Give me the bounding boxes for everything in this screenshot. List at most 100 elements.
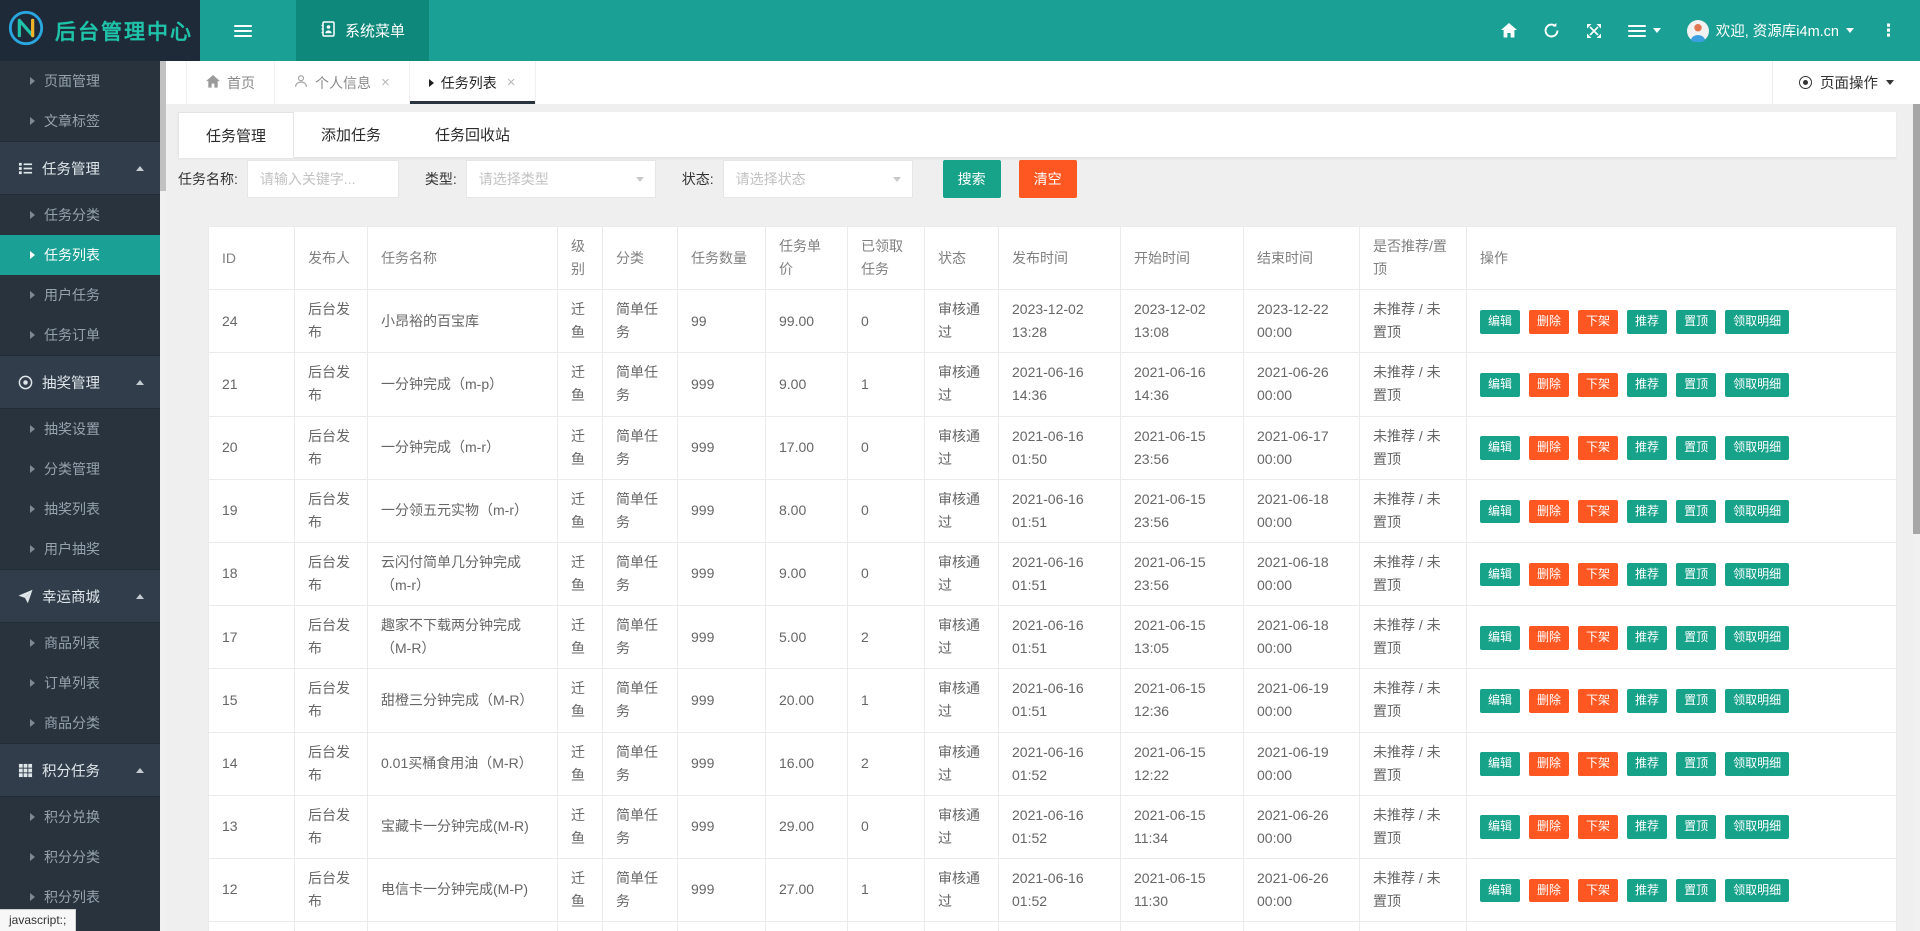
action-button-下架[interactable]: 下架 (1578, 500, 1618, 524)
sidebar-item-任务分类[interactable]: 任务分类 (0, 195, 160, 235)
sidebar-item-页面管理[interactable]: 页面管理 (0, 61, 160, 101)
action-button-编辑[interactable]: 编辑 (1480, 563, 1520, 587)
action-button-下架[interactable]: 下架 (1578, 373, 1618, 397)
action-button-删除[interactable]: 删除 (1529, 436, 1569, 460)
action-button-下架[interactable]: 下架 (1578, 310, 1618, 334)
action-button-删除[interactable]: 删除 (1529, 563, 1569, 587)
action-button-推荐[interactable]: 推荐 (1627, 626, 1667, 650)
action-button-编辑[interactable]: 编辑 (1480, 815, 1520, 839)
close-icon[interactable]: × (381, 75, 390, 90)
sidebar-item-商品分类[interactable]: 商品分类 (0, 703, 160, 743)
action-button-领取明细[interactable]: 领取明细 (1725, 373, 1789, 397)
home-button[interactable] (1488, 0, 1530, 61)
action-button-置顶[interactable]: 置顶 (1676, 626, 1716, 650)
sidebar-group-任务管理[interactable]: 任务管理 (0, 141, 160, 195)
action-button-编辑[interactable]: 编辑 (1480, 752, 1520, 776)
task-name-input[interactable] (247, 160, 399, 198)
action-button-删除[interactable]: 删除 (1529, 689, 1569, 713)
sidebar-group-抽奖管理[interactable]: 抽奖管理 (0, 355, 160, 409)
panel-tab-任务管理[interactable]: 任务管理 (178, 112, 294, 158)
action-button-置顶[interactable]: 置顶 (1676, 879, 1716, 903)
action-button-领取明细[interactable]: 领取明细 (1725, 310, 1789, 334)
action-button-推荐[interactable]: 推荐 (1627, 373, 1667, 397)
action-button-推荐[interactable]: 推荐 (1627, 436, 1667, 460)
top-menu-system[interactable]: 系统菜单 (296, 0, 429, 61)
action-button-置顶[interactable]: 置顶 (1676, 689, 1716, 713)
action-button-下架[interactable]: 下架 (1578, 752, 1618, 776)
action-button-下架[interactable]: 下架 (1578, 815, 1618, 839)
close-icon[interactable]: × (507, 75, 516, 90)
action-button-删除[interactable]: 删除 (1529, 752, 1569, 776)
panel-tab-添加任务[interactable]: 添加任务 (294, 112, 408, 157)
fullscreen-button[interactable] (1573, 0, 1615, 61)
action-button-编辑[interactable]: 编辑 (1480, 436, 1520, 460)
action-button-下架[interactable]: 下架 (1578, 879, 1618, 903)
action-button-下架[interactable]: 下架 (1578, 563, 1618, 587)
sidebar-item-抽奖列表[interactable]: 抽奖列表 (0, 489, 160, 529)
user-menu[interactable]: 欢迎, 资源库i4m.cn (1674, 0, 1867, 61)
action-button-推荐[interactable]: 推荐 (1627, 310, 1667, 334)
refresh-button[interactable] (1530, 0, 1573, 61)
sidebar-item-抽奖设置[interactable]: 抽奖设置 (0, 409, 160, 449)
action-button-领取明细[interactable]: 领取明细 (1725, 563, 1789, 587)
action-button-删除[interactable]: 删除 (1529, 310, 1569, 334)
action-button-领取明细[interactable]: 领取明细 (1725, 436, 1789, 460)
page-scrollbar[interactable] (1913, 104, 1920, 931)
sidebar-collapse-button[interactable] (212, 0, 274, 61)
action-button-删除[interactable]: 删除 (1529, 500, 1569, 524)
sidebar-scrollbar[interactable] (160, 61, 166, 931)
action-button-删除[interactable]: 删除 (1529, 879, 1569, 903)
action-button-推荐[interactable]: 推荐 (1627, 563, 1667, 587)
action-button-置顶[interactable]: 置顶 (1676, 436, 1716, 460)
action-button-置顶[interactable]: 置顶 (1676, 500, 1716, 524)
action-button-置顶[interactable]: 置顶 (1676, 310, 1716, 334)
search-button[interactable]: 搜索 (943, 160, 1001, 198)
action-button-领取明细[interactable]: 领取明细 (1725, 500, 1789, 524)
logo-area[interactable]: 后台管理中心 (0, 0, 200, 61)
action-button-领取明细[interactable]: 领取明细 (1725, 626, 1789, 650)
sidebar-item-积分兑换[interactable]: 积分兑换 (0, 797, 160, 837)
action-button-删除[interactable]: 删除 (1529, 626, 1569, 650)
action-button-下架[interactable]: 下架 (1578, 689, 1618, 713)
page-scrollbar-thumb[interactable] (1913, 104, 1920, 534)
action-button-推荐[interactable]: 推荐 (1627, 500, 1667, 524)
panel-tab-任务回收站[interactable]: 任务回收站 (408, 112, 537, 157)
breadcrumb-tab-任务列表[interactable]: 任务列表× (410, 61, 536, 104)
action-button-领取明细[interactable]: 领取明细 (1725, 815, 1789, 839)
sidebar-group-幸运商城[interactable]: 幸运商城 (0, 569, 160, 623)
action-button-领取明细[interactable]: 领取明细 (1725, 879, 1789, 903)
action-button-删除[interactable]: 删除 (1529, 373, 1569, 397)
sidebar-item-订单列表[interactable]: 订单列表 (0, 663, 160, 703)
page-operations-button[interactable]: 页面操作 (1772, 61, 1920, 104)
action-button-置顶[interactable]: 置顶 (1676, 373, 1716, 397)
action-button-编辑[interactable]: 编辑 (1480, 373, 1520, 397)
action-button-推荐[interactable]: 推荐 (1627, 815, 1667, 839)
action-button-领取明细[interactable]: 领取明细 (1725, 689, 1789, 713)
layout-menu-button[interactable] (1615, 0, 1674, 61)
action-button-领取明细[interactable]: 领取明细 (1725, 752, 1789, 776)
sidebar-item-任务订单[interactable]: 任务订单 (0, 315, 160, 355)
action-button-下架[interactable]: 下架 (1578, 436, 1618, 460)
action-button-推荐[interactable]: 推荐 (1627, 752, 1667, 776)
action-button-置顶[interactable]: 置顶 (1676, 815, 1716, 839)
sidebar-item-分类管理[interactable]: 分类管理 (0, 449, 160, 489)
sidebar-item-商品列表[interactable]: 商品列表 (0, 623, 160, 663)
action-button-置顶[interactable]: 置顶 (1676, 752, 1716, 776)
sidebar-item-文章标签[interactable]: 文章标签 (0, 101, 160, 141)
clear-button[interactable]: 清空 (1019, 160, 1077, 198)
action-button-下架[interactable]: 下架 (1578, 626, 1618, 650)
breadcrumb-tab-首页[interactable]: 首页 (186, 61, 275, 104)
sidebar-group-积分任务[interactable]: 积分任务 (0, 743, 160, 797)
sidebar-item-任务列表[interactable]: 任务列表 (0, 235, 160, 275)
action-button-推荐[interactable]: 推荐 (1627, 879, 1667, 903)
action-button-编辑[interactable]: 编辑 (1480, 689, 1520, 713)
action-button-置顶[interactable]: 置顶 (1676, 563, 1716, 587)
sidebar-item-积分分类[interactable]: 积分分类 (0, 837, 160, 877)
sidebar-item-用户抽奖[interactable]: 用户抽奖 (0, 529, 160, 569)
action-button-编辑[interactable]: 编辑 (1480, 626, 1520, 650)
breadcrumb-tab-个人信息[interactable]: 个人信息× (275, 61, 410, 104)
more-options-button[interactable]: ⋮ (1867, 0, 1910, 61)
status-select[interactable]: 请选择状态 (723, 160, 913, 198)
action-button-删除[interactable]: 删除 (1529, 815, 1569, 839)
action-button-推荐[interactable]: 推荐 (1627, 689, 1667, 713)
